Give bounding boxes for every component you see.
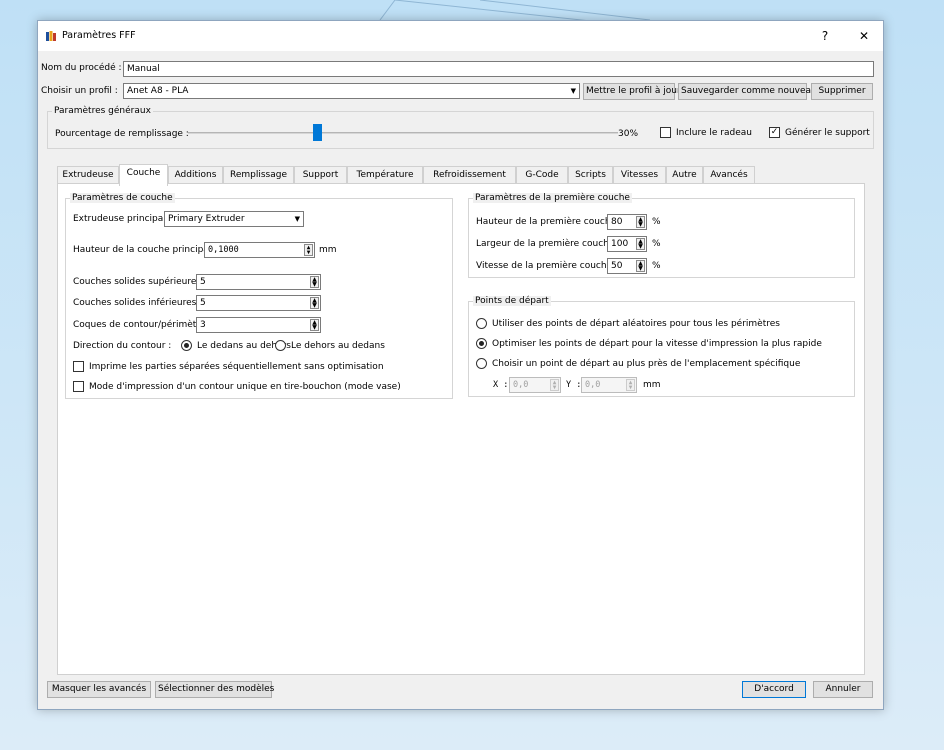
layer-height-input[interactable]: 0,1000 ▲ ▼ xyxy=(204,242,315,258)
chevron-down-icon: ▼ xyxy=(570,87,576,95)
coordinate-unit: mm xyxy=(643,380,661,390)
extruder-select[interactable]: Primary Extruder ▼ xyxy=(164,211,304,227)
profile-label: Choisir un profil : xyxy=(41,86,118,96)
process-name-input[interactable]: Manual xyxy=(123,61,874,77)
sequential-checkbox[interactable] xyxy=(73,361,84,372)
spinner-arrows-icon[interactable]: ▲ ▼ xyxy=(310,276,319,288)
bottom-layers-label: Couches solides inférieures xyxy=(73,298,197,308)
first-layer-height-value: 80 xyxy=(611,217,623,227)
infill-slider[interactable] xyxy=(188,132,618,134)
first-layer-height-unit: % xyxy=(652,217,661,227)
support-checkbox[interactable]: ✓ xyxy=(769,127,780,138)
infill-value: 30% xyxy=(618,129,639,139)
direction-outside-in-label: Le dehors au dedans xyxy=(291,341,385,351)
save-as-new-button[interactable]: Sauvegarder comme nouveau xyxy=(678,83,817,100)
vase-mode-checkbox[interactable] xyxy=(73,381,84,392)
start-optimize-radio[interactable] xyxy=(476,338,487,349)
spinner-arrows-icon[interactable]: ▲ ▼ xyxy=(304,244,313,256)
direction-outside-in-radio[interactable] xyxy=(275,340,286,351)
chevron-down-icon: ▼ xyxy=(294,215,300,223)
y-coordinate-value: 0,0 xyxy=(585,380,601,390)
infill-label: Pourcentage de remplissage : xyxy=(55,129,189,139)
spinner-arrows-icon[interactable]: ▲ ▼ xyxy=(310,319,319,331)
start-random-radio[interactable] xyxy=(476,318,487,329)
spinner-arrows-icon: ▲ ▼ xyxy=(550,379,559,391)
y-coordinate-label: Y : xyxy=(566,380,582,390)
first-layer-speed-label: Vitesse de la première couche xyxy=(476,261,613,271)
first-layer-speed-input[interactable]: 50 ▲ ▼ xyxy=(607,258,647,274)
title-bar: Paramètres FFF ? ✕ xyxy=(38,21,883,51)
extruder-label: Extrudeuse principale xyxy=(73,214,172,224)
direction-label: Direction du contour : xyxy=(73,341,172,351)
spinner-arrows-icon[interactable]: ▲ ▼ xyxy=(310,297,319,309)
profile-select[interactable]: Anet A8 - PLA ▼ xyxy=(123,83,580,99)
select-models-button[interactable]: Sélectionner des modèles xyxy=(155,681,274,698)
layer-height-label: Hauteur de la couche principale xyxy=(73,245,217,255)
first-layer-speed-value: 50 xyxy=(611,261,623,271)
first-layer-height-input[interactable]: 80 ▲ ▼ xyxy=(607,214,647,230)
first-layer-width-unit: % xyxy=(652,239,661,249)
window-title: Paramètres FFF xyxy=(62,30,136,41)
spinner-arrows-icon[interactable]: ▲ ▼ xyxy=(636,216,645,228)
cancel-button[interactable]: Annuler xyxy=(813,681,873,698)
start-specific-radio[interactable] xyxy=(476,358,487,369)
raft-checkbox[interactable] xyxy=(660,127,671,138)
layer-settings-title: Paramètres de couche xyxy=(70,193,175,203)
first-layer-speed-unit: % xyxy=(652,261,661,271)
spinner-arrows-icon[interactable]: ▲ ▼ xyxy=(636,238,645,250)
ok-button[interactable]: D'accord xyxy=(742,681,806,698)
start-specific-label: Choisir un point de départ au plus près … xyxy=(492,359,801,369)
app-logo-icon xyxy=(46,31,56,41)
support-label: Générer le support xyxy=(785,128,870,138)
help-button[interactable]: ? xyxy=(810,26,840,46)
profile-select-value: Anet A8 - PLA xyxy=(127,86,189,96)
top-layers-value: 5 xyxy=(200,277,206,287)
direction-inside-out-radio[interactable] xyxy=(181,340,192,351)
infill-slider-handle[interactable] xyxy=(312,124,322,141)
bottom-layers-input[interactable]: 5 ▲ ▼ xyxy=(196,295,321,311)
sequential-label: Imprime les parties séparées séquentiell… xyxy=(89,362,384,372)
bottom-layers-value: 5 xyxy=(200,298,206,308)
first-layer-title: Paramètres de la première couche xyxy=(473,193,632,203)
shells-value: 3 xyxy=(200,320,206,330)
start-optimize-label: Optimiser les points de départ pour la v… xyxy=(492,339,822,349)
top-layers-label: Couches solides supérieures xyxy=(73,277,202,287)
close-button[interactable]: ✕ xyxy=(849,26,879,46)
first-layer-height-label: Hauteur de la première couche xyxy=(476,217,617,227)
vase-mode-label: Mode d'impression d'un contour unique en… xyxy=(89,382,401,392)
raft-label: Inclure le radeau xyxy=(676,128,752,138)
fff-settings-dialog: Paramètres FFF ? ✕ Nom du procédé : Manu… xyxy=(37,20,884,710)
first-layer-width-input[interactable]: 100 ▲ ▼ xyxy=(607,236,647,252)
extruder-select-value: Primary Extruder xyxy=(168,214,245,224)
spinner-arrows-icon: ▲ ▼ xyxy=(626,379,635,391)
layer-height-unit: mm xyxy=(319,245,337,255)
start-points-title: Points de départ xyxy=(473,296,551,306)
shells-input[interactable]: 3 ▲ ▼ xyxy=(196,317,321,333)
first-layer-width-value: 100 xyxy=(611,239,629,249)
y-coordinate-input[interactable]: 0,0 ▲ ▼ xyxy=(581,377,637,393)
layer-height-value: 0,1000 xyxy=(208,245,239,255)
process-name-label: Nom du procédé : xyxy=(41,63,122,73)
start-random-label: Utiliser des points de départ aléatoires… xyxy=(492,319,780,329)
first-layer-width-label: Largeur de la première couche xyxy=(476,239,615,249)
x-coordinate-input[interactable]: 0,0 ▲ ▼ xyxy=(509,377,561,393)
top-layers-input[interactable]: 5 ▲ ▼ xyxy=(196,274,321,290)
spinner-arrows-icon[interactable]: ▲ ▼ xyxy=(636,260,645,272)
shells-label: Coques de contour/périmètre xyxy=(73,320,206,330)
tab-couche[interactable]: Couche xyxy=(119,164,168,186)
couche-tab-panel: Paramètres de couche Extrudeuse principa… xyxy=(57,183,865,675)
x-coordinate-label: X : xyxy=(493,380,509,390)
x-coordinate-value: 0,0 xyxy=(513,380,529,390)
hide-advanced-button[interactable]: Masquer les avancés xyxy=(47,681,151,698)
general-settings-title: Paramètres généraux xyxy=(52,106,153,116)
delete-profile-button[interactable]: Supprimer xyxy=(811,83,873,100)
update-profile-button[interactable]: Mettre le profil à jour xyxy=(583,83,681,100)
